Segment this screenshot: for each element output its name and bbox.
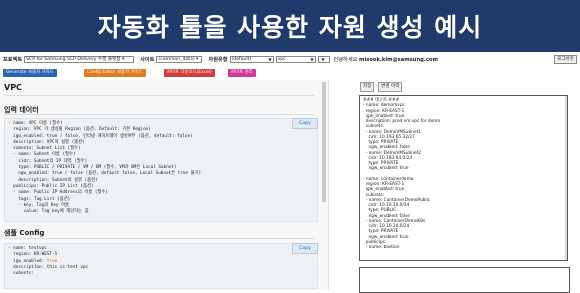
greeting-label: 안녕하세요 bbox=[333, 56, 358, 63]
top-toolbar: 프로젝트 SCP for Samsung SCP Delivery 수행 플랫폼… bbox=[0, 52, 580, 66]
sub-select[interactable]: ▼ bbox=[317, 55, 330, 63]
pipeline-download-button[interactable]: 파이프 다운로드(Excel) bbox=[164, 69, 215, 77]
divider bbox=[4, 95, 314, 96]
resource-type-label: 자원유형 bbox=[208, 56, 228, 63]
chevron-down-icon: ▼ bbox=[321, 56, 325, 62]
project-label: 프로젝트 bbox=[3, 56, 23, 63]
editor-scrollbar[interactable] bbox=[565, 96, 567, 260]
action-button-row: Generate 사용자 가이드 Config Editor 사용자 가이드 파… bbox=[0, 68, 580, 79]
site-label: 사이트 bbox=[140, 56, 155, 63]
input-code-block: - name: VPC 이름 (필수) region: VPC 가 생성될 Re… bbox=[4, 118, 318, 222]
sample-heading: 샘플 Config bbox=[4, 229, 45, 237]
title-banner: 자동화 툴을 사용한 자원 생성 예시 bbox=[0, 0, 580, 52]
divider bbox=[4, 114, 314, 115]
resource-select[interactable]: vpc ▼ bbox=[275, 55, 316, 63]
chevron-down-icon: ▼ bbox=[310, 56, 314, 62]
project-select[interactable]: SCP for Samsung SCP Delivery 수행 플랫폼 ▾ bbox=[24, 55, 135, 63]
config-editor-guide-button[interactable]: Config Editor 사용자 가이드 bbox=[84, 69, 146, 77]
chevron-down-icon: ▼ bbox=[268, 56, 272, 62]
divider bbox=[4, 238, 314, 239]
sample-key: igw_enabled: bbox=[8, 258, 47, 264]
guide-scrollbar[interactable] bbox=[322, 82, 326, 202]
sample-value: true bbox=[46, 258, 58, 264]
generate-guide-button[interactable]: Generate 사용자 가이드 bbox=[3, 69, 57, 77]
change-history-button[interactable]: 변경 이력 bbox=[378, 82, 403, 92]
logout-button[interactable]: 로그아웃 bbox=[554, 55, 577, 64]
copy-sample-button[interactable]: Copy bbox=[292, 243, 318, 254]
user-greeting: 안녕하세요 misook.kim@samsung.com bbox=[334, 56, 438, 63]
config-editor-textarea[interactable]: ### 테스트 ### - name: demomvpc region: KR-… bbox=[359, 95, 568, 261]
guide-panel: VPC 입력 데이터 - name: VPC 이름 (필수) region: V… bbox=[0, 80, 329, 290]
save-button[interactable]: 저장 bbox=[360, 82, 375, 92]
config-editor-panel: 저장 변경 이력 ### 테스트 ### - name: demomvpc re… bbox=[352, 80, 580, 293]
user-email: misook.kim@samsung.com bbox=[359, 56, 438, 63]
sample-code-block: - name: testvpc region: KR-WEST-1 igw_en… bbox=[4, 243, 318, 289]
banner-title: 자동화 툴을 사용한 자원 생성 예시 bbox=[97, 13, 483, 42]
resource-title: VPC bbox=[4, 83, 22, 92]
site-select[interactable]: (common_data) ▾ bbox=[156, 55, 203, 63]
resource-type-value: (default) bbox=[231, 56, 252, 62]
resource-type-select[interactable]: (default) ▼ bbox=[229, 55, 274, 63]
pipeline-manage-button[interactable]: 파이프 관리 bbox=[228, 69, 256, 77]
copy-input-button[interactable]: Copy bbox=[292, 118, 318, 129]
sample-line: subnets: bbox=[8, 271, 34, 277]
resource-value: vpc bbox=[277, 56, 286, 62]
output-box bbox=[359, 267, 570, 293]
